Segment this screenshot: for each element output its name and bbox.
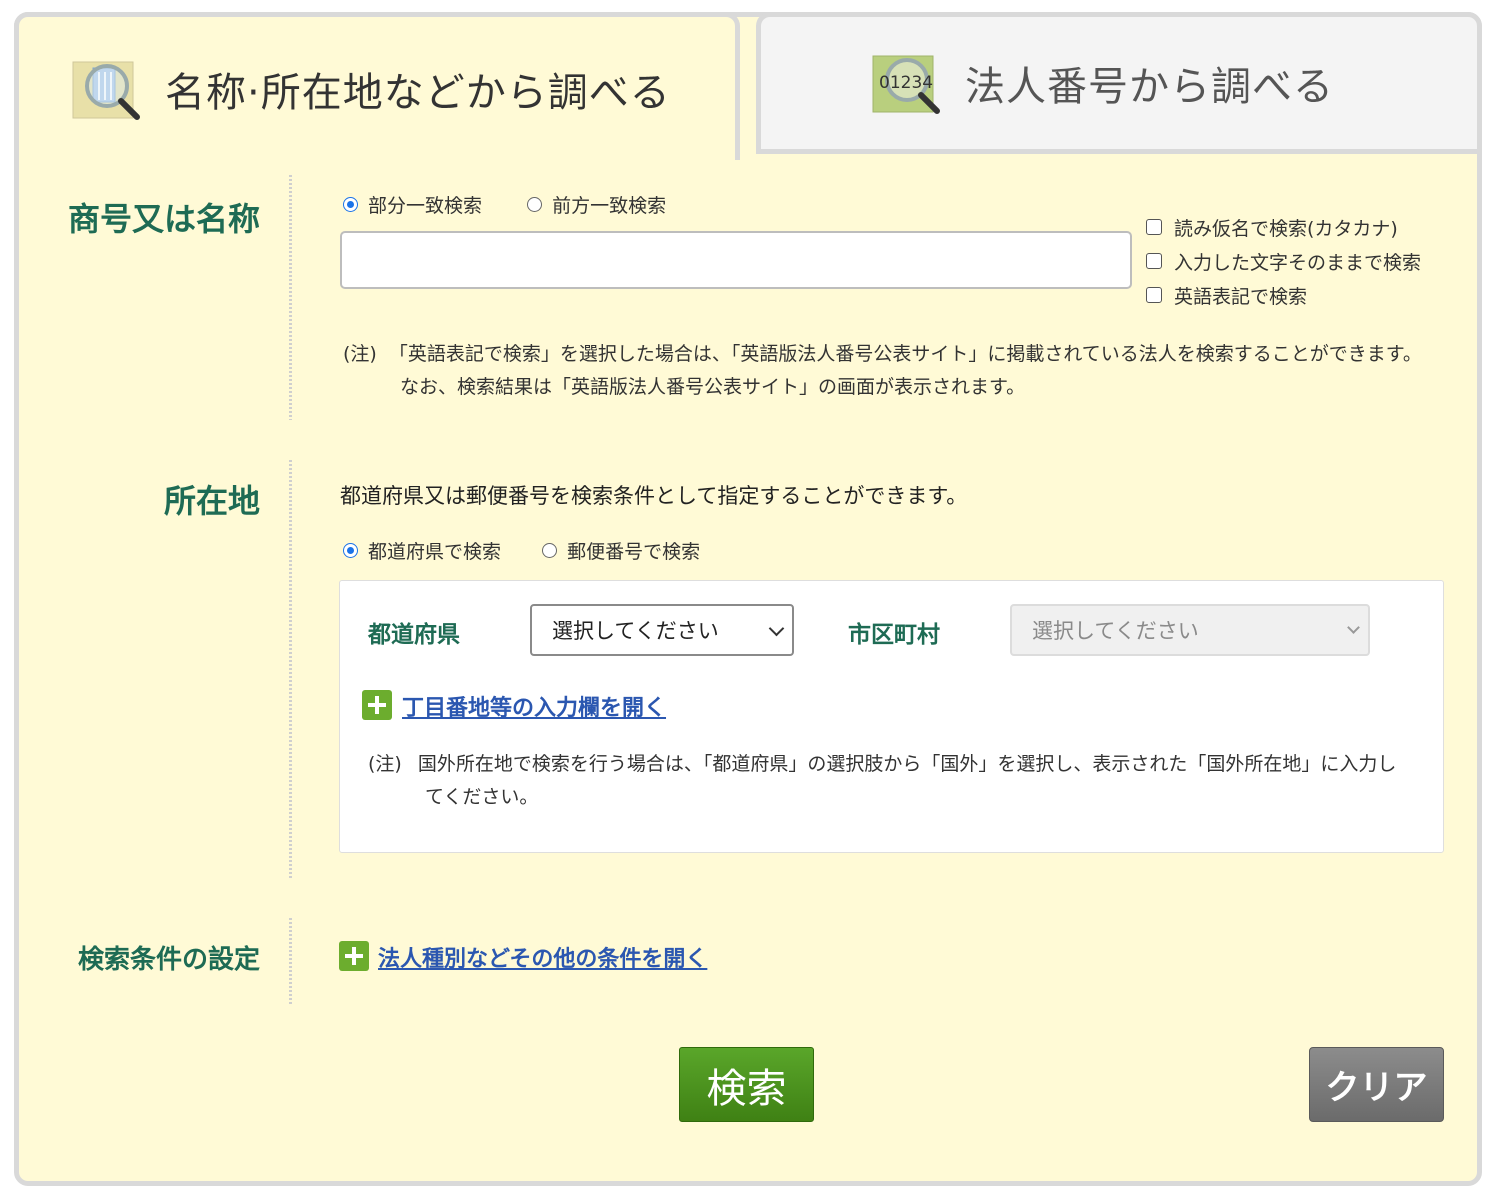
location-radios: 都道府県で検索 郵便番号で検索 bbox=[343, 537, 700, 564]
radio-button[interactable] bbox=[542, 543, 558, 558]
tab-corporate-number[interactable]: 01234 法人番号から調べる bbox=[756, 12, 1482, 154]
note-line-1: 国外所在地で検索を行う場合は、「都道府県」の選択肢から「国外」を選択し、表示され… bbox=[417, 753, 1397, 775]
radio-partial-match[interactable]: 部分一致検索 bbox=[343, 191, 482, 218]
radio-prefecture[interactable]: 都道府県で検索 bbox=[343, 537, 501, 564]
radio-button[interactable] bbox=[527, 197, 543, 212]
search-button[interactable]: 検索 bbox=[679, 1047, 814, 1122]
prefecture-select-value: 選択してください bbox=[552, 619, 719, 643]
note-line-1: 「英語表記で検索」を選択した場合は、「英語版法人番号公表サイト」に掲載されている… bbox=[388, 343, 1422, 365]
note-prefix: (注) bbox=[343, 343, 377, 365]
checkbox-box[interactable] bbox=[1146, 287, 1162, 303]
note-line-2: てください。 bbox=[425, 786, 539, 808]
checkbox-exact-text[interactable]: 入力した文字そのままで検索 bbox=[1146, 244, 1421, 278]
name-match-radios: 部分一致検索 前方一致検索 bbox=[343, 191, 666, 218]
prefecture-label: 都道府県 bbox=[368, 622, 460, 648]
radio-label: 都道府県で検索 bbox=[368, 541, 502, 563]
name-options-checkboxes: 読み仮名で検索(カタカナ) 入力した文字そのままで検索 英語表記で検索 bbox=[1146, 210, 1421, 312]
prefecture-select[interactable]: 選択してください bbox=[530, 604, 794, 656]
expand-conditions-link[interactable]: 法人種別などその他の条件を開く bbox=[378, 941, 707, 973]
radio-label: 郵便番号で検索 bbox=[567, 541, 701, 563]
checkbox-box[interactable] bbox=[1146, 219, 1162, 235]
name-section-label: 商号又は名称 bbox=[67, 200, 260, 238]
radio-label: 部分一致検索 bbox=[368, 195, 483, 217]
section-divider bbox=[289, 175, 292, 420]
location-section-label: 所在地 bbox=[163, 482, 260, 520]
expand-address-link[interactable]: 丁目番地等の入力欄を開く bbox=[402, 690, 666, 722]
checkbox-box[interactable] bbox=[1146, 253, 1162, 269]
location-description: 都道府県又は郵便番号を検索条件として指定することができます。 bbox=[340, 484, 968, 508]
tab-label: 法人番号から調べる bbox=[965, 64, 1334, 110]
note-line-2: なお、検索結果は「英語版法人番号公表サイト」の画面が表示されます。 bbox=[400, 376, 1026, 398]
conditions-section-label: 検索条件の設定 bbox=[77, 945, 260, 975]
note-prefix: (注) bbox=[368, 753, 402, 775]
checkbox-label: 読み仮名で検索(カタカナ) bbox=[1174, 217, 1398, 240]
tab-joint bbox=[19, 150, 735, 164]
radio-label: 前方一致検索 bbox=[552, 195, 667, 217]
name-input[interactable] bbox=[340, 231, 1132, 289]
checkbox-label: 入力した文字そのままで検索 bbox=[1174, 251, 1422, 274]
magnifier-number-icon: 01234 bbox=[871, 48, 951, 118]
city-select-value: 選択してください bbox=[1032, 619, 1199, 643]
chevron-down-icon bbox=[768, 620, 785, 637]
plus-icon[interactable] bbox=[339, 941, 369, 971]
city-label: 市区町村 bbox=[848, 622, 940, 648]
radio-prefix-match[interactable]: 前方一致検索 bbox=[527, 191, 666, 218]
chevron-down-icon bbox=[1347, 621, 1360, 634]
section-divider bbox=[289, 460, 292, 878]
section-divider bbox=[289, 918, 292, 1004]
radio-button[interactable] bbox=[343, 543, 358, 558]
location-note: (注) 国外所在地で検索を行う場合は、「都道府県」の選択肢から「国外」を選択し、… bbox=[368, 748, 1418, 781]
city-select[interactable]: 選択してください bbox=[1010, 604, 1370, 656]
magnifier-number-text: 01234 bbox=[879, 73, 933, 93]
clear-button[interactable]: クリア bbox=[1309, 1047, 1444, 1122]
tab-name-location[interactable]: 名称·所在地などから調べる bbox=[14, 12, 740, 160]
magnifier-building-icon bbox=[71, 54, 151, 124]
name-note: (注) 「英語表記で検索」を選択した場合は、「英語版法人番号公表サイト」に掲載さ… bbox=[343, 338, 1453, 371]
tab-label: 名称·所在地などから調べる bbox=[165, 69, 671, 116]
checkbox-label: 英語表記で検索 bbox=[1174, 285, 1308, 308]
radio-postal-code[interactable]: 郵便番号で検索 bbox=[542, 537, 700, 564]
checkbox-english[interactable]: 英語表記で検索 bbox=[1146, 278, 1421, 312]
plus-icon[interactable] bbox=[362, 690, 392, 720]
radio-button[interactable] bbox=[343, 197, 358, 212]
checkbox-kana[interactable]: 読み仮名で検索(カタカナ) bbox=[1146, 210, 1421, 244]
